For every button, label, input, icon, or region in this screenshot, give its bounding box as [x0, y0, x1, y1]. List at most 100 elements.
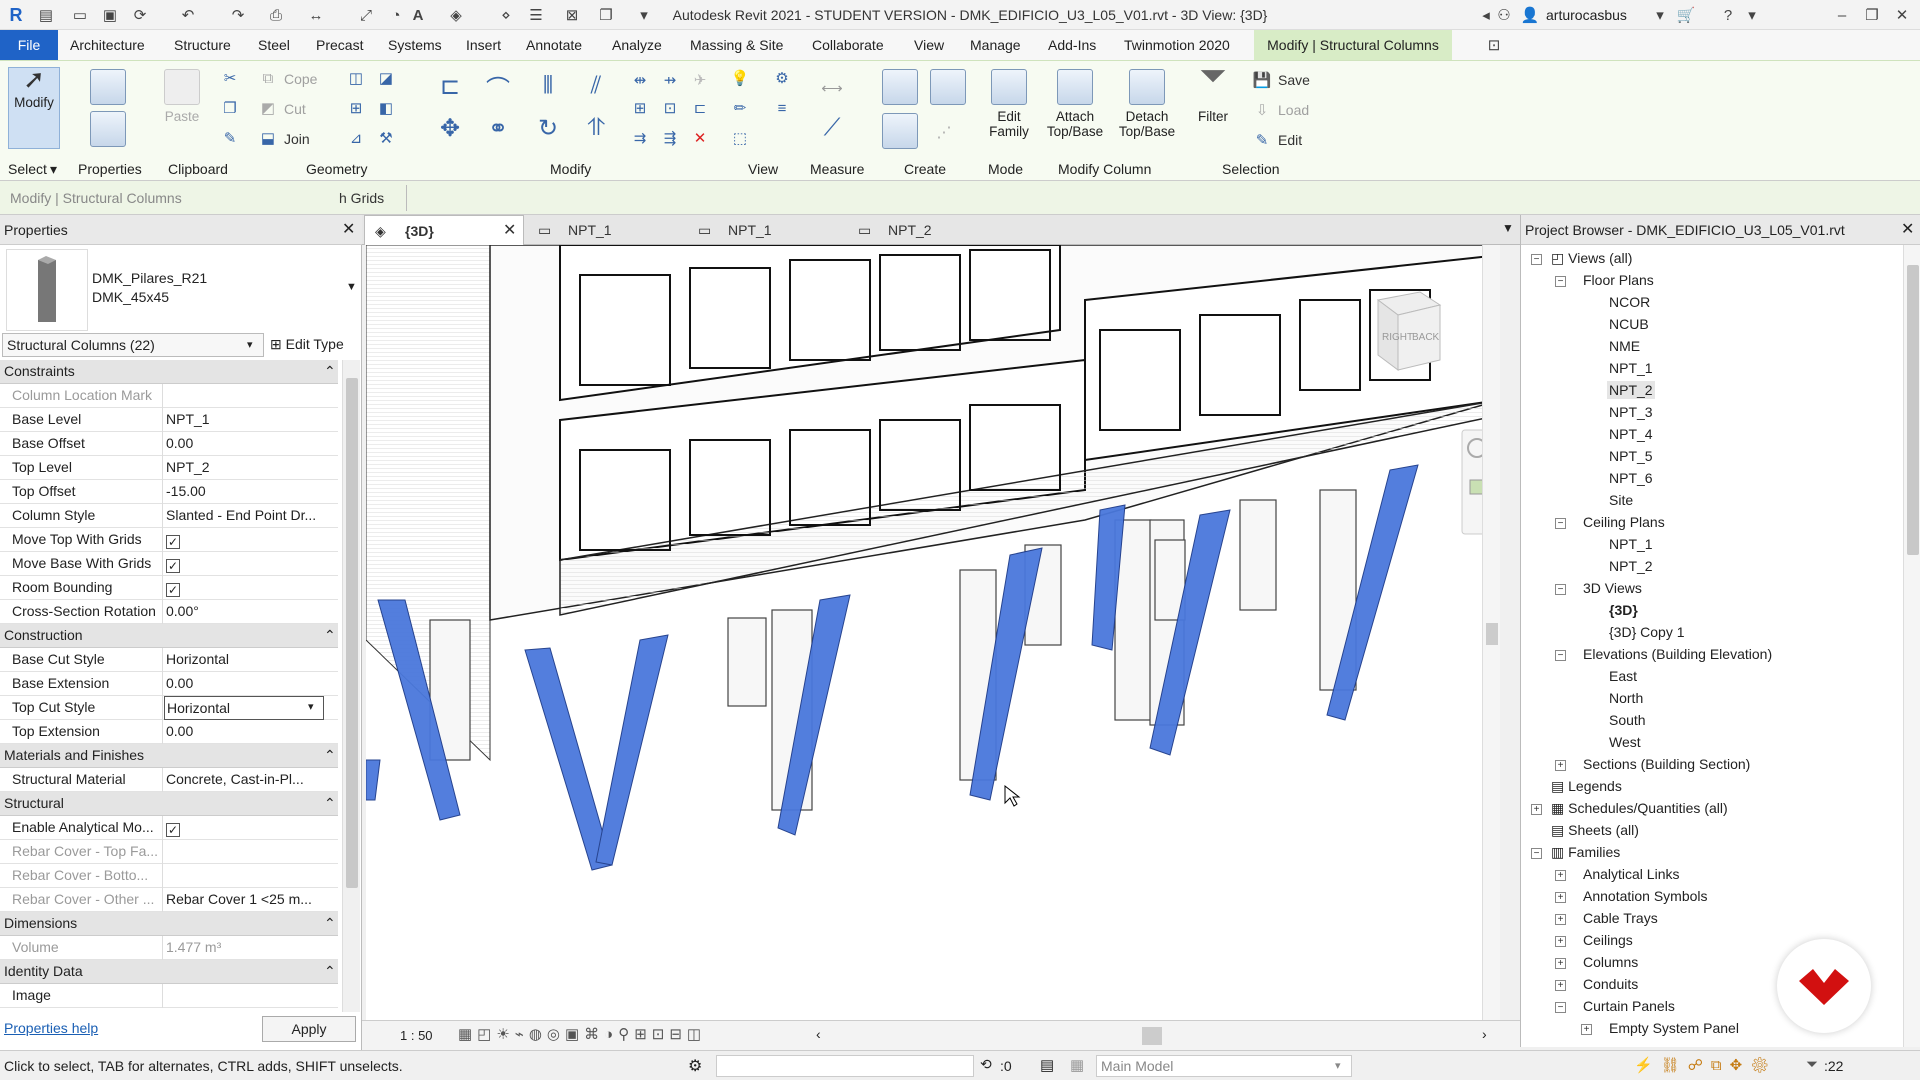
properties-scrollbar[interactable]	[342, 360, 360, 1012]
paste-button[interactable]: Paste	[164, 69, 200, 124]
type-name[interactable]: DMK_45x45	[92, 289, 169, 305]
align-icon[interactable]: ⊏	[432, 71, 468, 101]
browser-item[interactable]: NCOR	[1609, 294, 1650, 310]
editing-requests-icon[interactable]: ⟲	[980, 1056, 992, 1073]
viewcube-right[interactable]: RIGHT	[1382, 332, 1413, 343]
cut-geometry-icon[interactable]: ◩	[258, 99, 278, 117]
copy-icon[interactable]: ❐	[220, 99, 240, 117]
browser-item[interactable]: Ceiling Plans	[1583, 514, 1665, 530]
prop-rebar-cover-bottom[interactable]: Rebar Cover - Botto...	[0, 864, 338, 888]
scale-icon[interactable]: ⊡	[660, 99, 680, 117]
restore-icon[interactable]: ❐	[1862, 5, 1882, 25]
tab-view[interactable]: View	[908, 30, 950, 60]
scrollbar-thumb[interactable]	[346, 378, 358, 888]
3d-viewport[interactable]: RIGHT BACK	[366, 245, 1500, 1020]
viewcube-back[interactable]: BACK	[1412, 332, 1440, 343]
linework-icon[interactable]: ✏	[730, 99, 750, 117]
collapse-toggle-icon[interactable]: −	[1555, 584, 1566, 595]
delete-icon[interactable]: ✕	[690, 129, 710, 147]
hide-in-view-icon[interactable]: 💡	[730, 69, 750, 87]
prop-base-offset[interactable]: Base Offset 0.00	[0, 432, 338, 456]
tab-analyze[interactable]: Analyze	[606, 30, 668, 60]
selected-count[interactable]: :22	[1824, 1058, 1843, 1074]
undo-icon[interactable]: ↶	[178, 5, 198, 25]
group-structural[interactable]: Structural ⌃	[0, 792, 338, 816]
browser-item[interactable]: {3D} Copy 1	[1609, 624, 1685, 640]
filter-status-icon[interactable]: ⏷	[1806, 1056, 1818, 1073]
type-properties-icon[interactable]	[90, 69, 126, 105]
prop-top-offset[interactable]: Top Offset -15.00	[0, 480, 338, 504]
scrollbar-thumb[interactable]	[1907, 265, 1919, 555]
close-tab-icon[interactable]: ✕	[503, 216, 516, 246]
collapse-toggle-icon[interactable]: −	[1531, 254, 1542, 265]
browser-item-selected[interactable]: NPT_2	[1607, 381, 1655, 399]
collapse-toggle-icon[interactable]: −	[1555, 276, 1566, 287]
ribbon-display-icon[interactable]: ⊡	[1484, 35, 1504, 55]
measure-icon[interactable]: ↔	[306, 5, 326, 25]
browser-item[interactable]: Floor Plans	[1583, 272, 1654, 288]
extend-icon[interactable]: ⇶	[660, 129, 680, 147]
family-name[interactable]: DMK_Pilares_R21	[92, 270, 207, 286]
edit-selection-label[interactable]: Edit	[1278, 132, 1302, 148]
expand-toggle-icon[interactable]: +	[1555, 936, 1566, 947]
expand-toggle-icon[interactable]: +	[1555, 958, 1566, 969]
move-icon[interactable]: ✥	[432, 113, 468, 143]
properties-help-link[interactable]: Properties help	[4, 1020, 98, 1036]
browser-item[interactable]: NPT_1	[1609, 360, 1653, 376]
instance-filter-select[interactable]: Structural Columns (22) ▾	[2, 333, 264, 357]
trim-extend-icon[interactable]: ⥣	[578, 113, 614, 143]
browser-item[interactable]: ▦ Schedules/Quantities (all)	[1551, 800, 1728, 817]
prop-enable-analytical[interactable]: Enable Analytical Mo... ✓	[0, 816, 338, 840]
exclude-options-icon[interactable]: ▦	[1070, 1056, 1084, 1074]
expand-toggle-icon[interactable]: +	[1581, 1024, 1592, 1035]
browser-item[interactable]: Analytical Links	[1583, 866, 1680, 882]
tab-twinmotion[interactable]: Twinmotion 2020	[1118, 30, 1236, 60]
tab-list-dropdown-icon[interactable]: ▼	[1502, 221, 1514, 235]
tab-precast[interactable]: Precast	[310, 30, 369, 60]
design-option-select[interactable]: Main Model ▾	[1096, 1055, 1352, 1077]
prop-top-cut-style[interactable]: Top Cut Style Horizontal ▾	[0, 696, 338, 720]
close-properties-icon[interactable]: ✕	[342, 215, 355, 245]
browser-item[interactable]: Conduits	[1583, 976, 1638, 992]
tab-steel[interactable]: Steel	[252, 30, 296, 60]
browser-item[interactable]: North	[1609, 690, 1643, 706]
browser-item[interactable]: NPT_4	[1609, 426, 1653, 442]
browser-item[interactable]: ▤ Legends	[1551, 778, 1622, 795]
selection-controls-icons[interactable]: ⚡⛓☍⧉✥⚙	[1634, 1056, 1777, 1074]
prop-move-top-with-grids[interactable]: Move Top With Grids ✓	[0, 528, 338, 552]
load-selection-label[interactable]: Load	[1278, 102, 1309, 118]
grids-option[interactable]: h Grids	[339, 190, 384, 206]
expand-toggle-icon[interactable]: +	[1555, 914, 1566, 925]
browser-item[interactable]: Annotation Symbols	[1583, 888, 1708, 904]
cut-clipboard-icon[interactable]: ✂	[220, 69, 240, 87]
hscroll-thumb[interactable]	[1142, 1027, 1162, 1045]
offset-icon[interactable]: ⌒	[480, 71, 516, 103]
browser-item-active[interactable]: {3D}	[1609, 602, 1638, 618]
close-icon[interactable]: ✕	[1892, 5, 1912, 25]
browser-item[interactable]: ▤ Sheets (all)	[1551, 822, 1639, 839]
prop-rebar-cover-top[interactable]: Rebar Cover - Top Fa...	[0, 840, 338, 864]
expand-toggle-icon[interactable]: +	[1531, 804, 1542, 815]
select-dropdown-icon[interactable]: ▾	[50, 161, 57, 178]
tab-structure[interactable]: Structure	[168, 30, 237, 60]
group-dimensions[interactable]: Dimensions ⌃	[0, 912, 338, 936]
collapse-toggle-icon[interactable]: −	[1531, 848, 1542, 859]
group-construction[interactable]: Construction ⌃	[0, 624, 338, 648]
unpin-icon[interactable]: ✈	[690, 71, 710, 89]
collapse-toggle-icon[interactable]: −	[1555, 518, 1566, 529]
expand-toggle-icon[interactable]: +	[1555, 892, 1566, 903]
checkbox[interactable]: ✓	[166, 535, 180, 549]
save-icon[interactable]: ▣	[100, 5, 120, 25]
collapse-toggle-icon[interactable]: −	[1555, 650, 1566, 661]
edit-type-button[interactable]: ⊞ Edit Type	[270, 336, 344, 353]
prop-volume[interactable]: Volume 1.477 m³	[0, 936, 338, 960]
demolish-icon[interactable]: ◧	[376, 99, 396, 117]
properties-icon[interactable]	[90, 111, 126, 147]
prop-room-bounding[interactable]: Room Bounding ✓	[0, 576, 338, 600]
cut-label[interactable]: Cut	[284, 101, 306, 117]
prop-image[interactable]: Image	[0, 984, 338, 1008]
expand-toggle-icon[interactable]: +	[1555, 980, 1566, 991]
collapse-toggle-icon[interactable]: −	[1555, 1002, 1566, 1013]
view-controls-icons[interactable]: ▦◰☀⌁◍◎▣⌘◑⚲⊞⊡⊟◫	[458, 1025, 706, 1043]
browser-item[interactable]: NPT_3	[1609, 404, 1653, 420]
